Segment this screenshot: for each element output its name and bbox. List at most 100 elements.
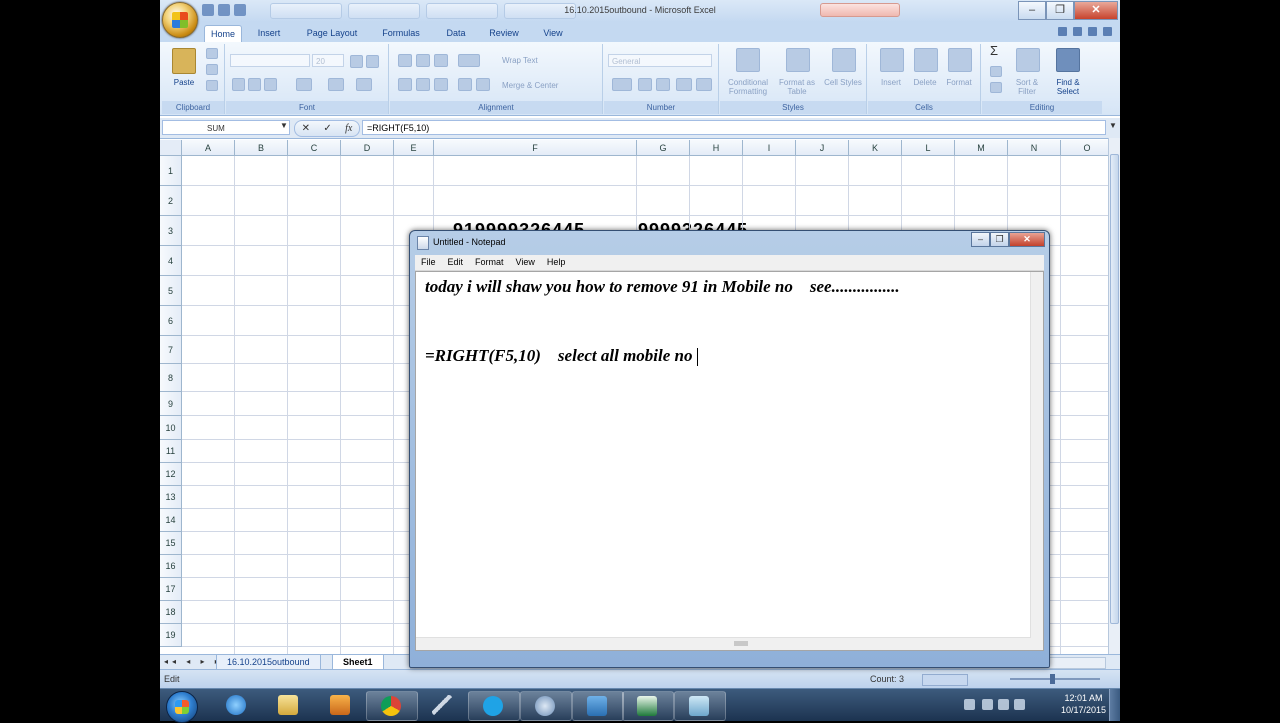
name-box-dropdown-icon[interactable]: ▼ bbox=[280, 121, 288, 130]
taskbar-ie[interactable] bbox=[212, 691, 262, 719]
column-header-f[interactable]: F bbox=[434, 140, 637, 156]
merge-center-button[interactable]: Merge & Center bbox=[502, 81, 592, 90]
network-tray-icon[interactable] bbox=[998, 699, 1009, 710]
percent-icon[interactable] bbox=[638, 78, 652, 91]
flag-icon[interactable] bbox=[982, 699, 993, 710]
taskbar-chrome[interactable] bbox=[366, 691, 418, 721]
italic-icon[interactable] bbox=[248, 78, 261, 91]
help-icon[interactable] bbox=[1058, 27, 1067, 36]
taskbar-explorer[interactable] bbox=[264, 691, 314, 719]
align-middle-icon[interactable] bbox=[416, 54, 430, 67]
row-header-5[interactable]: 5 bbox=[160, 276, 182, 306]
taskbar-media-player[interactable] bbox=[316, 691, 366, 719]
zoom-slider[interactable] bbox=[1010, 674, 1100, 684]
taskbar-excel[interactable] bbox=[622, 691, 674, 721]
copy-icon[interactable] bbox=[206, 64, 218, 75]
insert-cells-button[interactable]: Insert bbox=[872, 78, 910, 87]
row-header-18[interactable]: 18 bbox=[160, 601, 182, 624]
row-header-9[interactable]: 9 bbox=[160, 392, 182, 416]
taskbar-notepad[interactable] bbox=[674, 691, 726, 721]
decrease-indent-icon[interactable] bbox=[458, 78, 472, 91]
row-header-16[interactable]: 16 bbox=[160, 555, 182, 578]
insert-function-icon[interactable]: fx bbox=[345, 123, 352, 134]
volume-icon[interactable] bbox=[1014, 699, 1025, 710]
align-center-icon[interactable] bbox=[416, 78, 430, 91]
wrap-text-button[interactable]: Wrap Text bbox=[502, 56, 582, 65]
bold-icon[interactable] bbox=[232, 78, 245, 91]
notepad-close-button[interactable]: ✕ bbox=[1009, 232, 1045, 247]
close-button[interactable]: ✕ bbox=[1074, 1, 1118, 20]
insert-cells-icon[interactable] bbox=[880, 48, 904, 72]
paste-label[interactable]: Paste bbox=[164, 78, 204, 87]
column-header-c[interactable]: C bbox=[288, 140, 341, 156]
row-header-13[interactable]: 13 bbox=[160, 486, 182, 509]
sort-filter-icon[interactable] bbox=[1016, 48, 1040, 72]
menu-view[interactable]: View bbox=[510, 255, 541, 270]
name-box[interactable]: SUM bbox=[162, 120, 290, 135]
align-left-icon[interactable] bbox=[398, 78, 412, 91]
fill-icon[interactable] bbox=[990, 66, 1002, 77]
orientation-icon[interactable] bbox=[458, 54, 480, 67]
select-all-corner[interactable] bbox=[160, 140, 182, 156]
row-header-15[interactable]: 15 bbox=[160, 532, 182, 555]
show-desktop-button[interactable] bbox=[1109, 689, 1120, 721]
tab-formulas[interactable]: Formulas bbox=[378, 25, 424, 42]
taskbar-clock[interactable]: 12:01 AM 10/17/2015 bbox=[1061, 692, 1106, 716]
format-painter-icon[interactable] bbox=[206, 80, 218, 91]
row-header-7[interactable]: 7 bbox=[160, 336, 182, 364]
cell-styles-icon[interactable] bbox=[832, 48, 856, 72]
align-right-icon[interactable] bbox=[434, 78, 448, 91]
row-header-12[interactable]: 12 bbox=[160, 463, 182, 486]
maximize-button[interactable]: ❐ bbox=[1046, 1, 1074, 20]
tab-data[interactable]: Data bbox=[441, 25, 471, 42]
sheet-tab-sheet1[interactable]: Sheet1 bbox=[332, 655, 384, 670]
vertical-scroll-thumb[interactable] bbox=[1110, 154, 1119, 624]
cancel-formula-icon[interactable]: ✕ bbox=[302, 123, 310, 134]
sigma-icon[interactable]: Σ bbox=[988, 44, 1000, 57]
row-header-19[interactable]: 19 bbox=[160, 624, 182, 647]
menu-help[interactable]: Help bbox=[541, 255, 572, 270]
menu-edit[interactable]: Edit bbox=[442, 255, 470, 270]
row-header-8[interactable]: 8 bbox=[160, 364, 182, 392]
tab-page-layout[interactable]: Page Layout bbox=[303, 25, 361, 42]
row-header-17[interactable]: 17 bbox=[160, 578, 182, 601]
column-header-d[interactable]: D bbox=[341, 140, 394, 156]
column-header-l[interactable]: L bbox=[902, 140, 955, 156]
shrink-font-icon[interactable] bbox=[366, 55, 379, 68]
tab-home[interactable]: Home bbox=[204, 25, 242, 43]
decrease-decimal-icon[interactable] bbox=[696, 78, 712, 91]
format-as-table-button[interactable]: Format as Table bbox=[776, 78, 818, 96]
column-header-g[interactable]: G bbox=[637, 140, 690, 156]
row-header-11[interactable]: 11 bbox=[160, 440, 182, 463]
tab-view[interactable]: View bbox=[538, 25, 568, 42]
delete-cells-button[interactable]: Delete bbox=[906, 78, 944, 87]
format-cells-button[interactable]: Format bbox=[940, 78, 978, 87]
comma-icon[interactable] bbox=[656, 78, 670, 91]
fill-color-icon[interactable] bbox=[328, 78, 344, 91]
number-format-field[interactable]: General bbox=[608, 54, 712, 67]
notepad-vertical-scrollbar[interactable] bbox=[1030, 272, 1043, 638]
expand-formula-bar-icon[interactable]: ▼ bbox=[1108, 121, 1118, 134]
column-header-k[interactable]: K bbox=[849, 140, 902, 156]
increase-decimal-icon[interactable] bbox=[676, 78, 692, 91]
column-header-m[interactable]: M bbox=[955, 140, 1008, 156]
start-button-icon[interactable] bbox=[166, 691, 198, 723]
column-header-j[interactable]: J bbox=[796, 140, 849, 156]
row-header-14[interactable]: 14 bbox=[160, 509, 182, 532]
column-header-n[interactable]: N bbox=[1008, 140, 1061, 156]
column-header-a[interactable]: A bbox=[182, 140, 235, 156]
clear-icon[interactable] bbox=[990, 82, 1002, 93]
font-name-field[interactable] bbox=[230, 54, 310, 67]
notepad-horizontal-scrollbar[interactable] bbox=[416, 637, 1031, 650]
taskbar-pen-tool[interactable] bbox=[418, 691, 468, 719]
align-top-icon[interactable] bbox=[398, 54, 412, 67]
taskbar-remote-app[interactable] bbox=[572, 691, 624, 721]
taskbar-network-app[interactable] bbox=[520, 691, 572, 721]
notepad-scroll-grip[interactable] bbox=[734, 641, 748, 646]
font-size-field[interactable]: 20 bbox=[312, 54, 344, 67]
row-header-2[interactable]: 2 bbox=[160, 186, 182, 216]
borders-icon[interactable] bbox=[296, 78, 312, 91]
column-header-i[interactable]: I bbox=[743, 140, 796, 156]
currency-icon[interactable] bbox=[612, 78, 632, 91]
tab-insert[interactable]: Insert bbox=[254, 25, 284, 42]
